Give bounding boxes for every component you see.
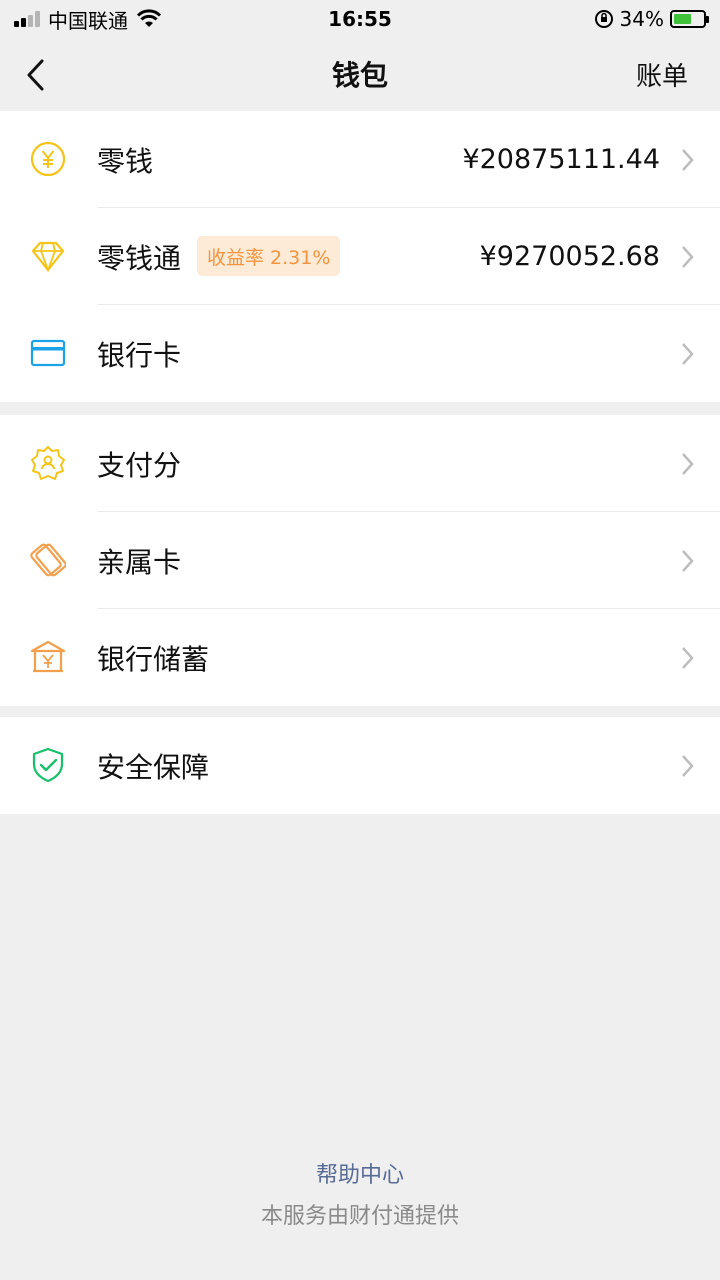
row-label: 亲属卡 bbox=[97, 545, 182, 579]
row-change-plus[interactable]: 零钱通 收益率 2.31% ¥9270052.68 bbox=[0, 208, 720, 305]
wallet-group-security: 安全保障 bbox=[0, 717, 720, 814]
row-pay-score[interactable]: 支付分 bbox=[0, 415, 720, 512]
status-left: 中国联通 bbox=[14, 5, 162, 34]
page-title: 钱包 bbox=[331, 59, 388, 92]
shield-check-icon bbox=[32, 747, 64, 783]
status-bar: 中国联通 16:55 34% bbox=[0, 0, 720, 38]
chevron-right-icon bbox=[682, 343, 694, 365]
row-label: 支付分 bbox=[97, 448, 182, 482]
help-center-link[interactable]: 帮助中心 bbox=[0, 1157, 720, 1189]
payscore-badge-icon bbox=[31, 446, 65, 480]
yuan-coin-icon bbox=[30, 141, 66, 177]
row-bank-savings[interactable]: 银行储蓄 bbox=[0, 609, 720, 706]
diamond-icon bbox=[31, 241, 65, 273]
wallet-group-services: 支付分 亲属卡 银行储蓄 bbox=[0, 415, 720, 706]
row-label: 零钱 bbox=[97, 144, 154, 178]
back-arrow-icon[interactable] bbox=[22, 58, 52, 92]
chevron-right-icon bbox=[682, 453, 694, 475]
orientation-lock-icon bbox=[594, 10, 613, 28]
signal-icon bbox=[14, 11, 40, 27]
chevron-right-icon bbox=[682, 647, 694, 669]
yield-rate-badge: 收益率 2.31% bbox=[197, 236, 341, 276]
family-card-icon bbox=[30, 543, 66, 577]
row-label: 零钱通 bbox=[97, 241, 182, 275]
chevron-right-icon bbox=[682, 149, 694, 171]
row-family-card[interactable]: 亲属卡 bbox=[0, 512, 720, 609]
balance-amount: ¥20875111.44 bbox=[462, 144, 660, 175]
bank-card-icon bbox=[30, 339, 66, 367]
balance-amount: ¥9270052.68 bbox=[479, 241, 660, 272]
chevron-right-icon bbox=[682, 550, 694, 572]
bank-savings-icon bbox=[30, 640, 66, 673]
carrier-label: 中国联通 bbox=[48, 8, 128, 33]
row-label: 银行卡 bbox=[97, 338, 182, 372]
nav-header: 钱包 账单 bbox=[0, 38, 720, 110]
row-bank-card[interactable]: 银行卡 bbox=[0, 305, 720, 402]
provider-note: 本服务由财付通提供 bbox=[260, 1204, 459, 1229]
row-change[interactable]: 零钱 ¥20875111.44 bbox=[0, 111, 720, 208]
row-label: 银行储蓄 bbox=[97, 642, 210, 676]
wifi-icon bbox=[136, 9, 162, 27]
battery-percent: 34% bbox=[619, 7, 664, 31]
chevron-right-icon bbox=[682, 755, 694, 777]
status-right: 34% bbox=[594, 7, 709, 31]
bill-button[interactable]: 账单 bbox=[636, 56, 688, 93]
chevron-right-icon bbox=[682, 246, 694, 268]
wallet-group-balances: 零钱 ¥20875111.44 零钱通 收益率 2.31% ¥9270052.6… bbox=[0, 111, 720, 402]
row-security[interactable]: 安全保障 bbox=[0, 717, 720, 814]
battery-icon bbox=[670, 10, 709, 28]
row-label: 安全保障 bbox=[97, 750, 210, 784]
